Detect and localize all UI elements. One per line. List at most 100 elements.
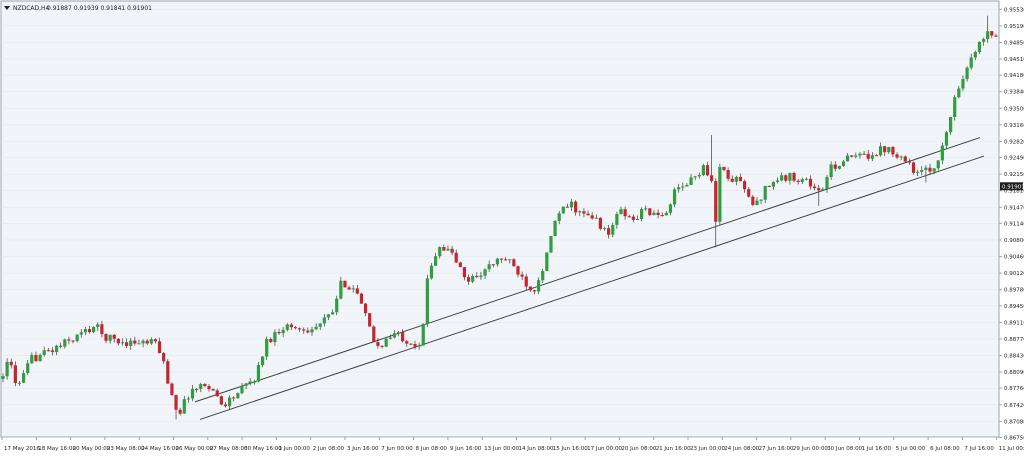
chart[interactable]: 0.958600.955300.951900.948500.945100.941… — [0, 0, 1024, 457]
x-tick-label: 20 Jun 08:00 — [621, 446, 656, 452]
candle-body — [314, 326, 318, 330]
candle-body — [512, 259, 516, 267]
candle-body — [5, 361, 9, 377]
candle-body — [602, 228, 607, 230]
candle-body — [598, 217, 602, 229]
x-tick-label: 18 May 16:00 — [38, 446, 76, 452]
candle-body — [384, 338, 388, 347]
candle-body — [524, 276, 528, 287]
candle-body — [557, 213, 561, 221]
candle-body — [730, 178, 734, 182]
candle-body — [491, 264, 495, 266]
candle — [545, 252, 549, 272]
x-tick-label: 17 May 2016 — [4, 446, 40, 452]
candle-body — [714, 181, 718, 222]
candle-body — [462, 267, 467, 278]
candle-body — [817, 188, 821, 191]
candle-body — [232, 397, 236, 399]
x-tick-label: 7 Jul 16:00 — [964, 446, 994, 452]
candle-body — [644, 208, 648, 210]
candle-body — [516, 266, 520, 275]
candle-body — [738, 176, 743, 182]
candle-body — [195, 388, 199, 390]
candle-body — [623, 209, 627, 217]
y-tick-label: 0.89450 — [1004, 304, 1024, 310]
candle-body — [973, 52, 977, 58]
candle-body — [306, 330, 310, 333]
candle-body — [969, 57, 973, 68]
candle-body — [899, 156, 903, 158]
candle-body — [578, 211, 582, 213]
plot-area[interactable] — [0, 0, 1000, 438]
candle-body — [331, 312, 335, 315]
y-tick-label: 0.87080 — [1004, 419, 1024, 425]
candle-body — [413, 343, 417, 347]
y-tick-label: 0.91470 — [1004, 205, 1024, 211]
candle-body — [767, 185, 771, 187]
candle-body — [223, 404, 228, 407]
candle-body — [50, 350, 55, 353]
candle-body — [392, 333, 396, 338]
candle-body — [252, 381, 256, 383]
candle-body — [96, 324, 100, 327]
y-tick-label: 0.87420 — [1004, 403, 1024, 409]
candle-body — [454, 252, 458, 263]
candle-body — [421, 323, 425, 346]
candle-body — [335, 298, 339, 313]
candle-body — [656, 212, 660, 216]
candle-body — [495, 258, 499, 265]
candle-body — [825, 177, 829, 189]
candle-body — [396, 332, 401, 334]
price-chart-svg[interactable]: 0.958600.955300.951900.948500.945100.941… — [0, 0, 1024, 457]
candle-body — [417, 345, 421, 347]
candle-body — [125, 342, 129, 346]
candle-body — [537, 280, 541, 292]
candle-body — [228, 397, 232, 407]
x-tick-label: 27 Jun 16:00 — [759, 446, 794, 452]
candle-body — [916, 171, 920, 173]
candle-body — [112, 334, 116, 339]
candle-body — [574, 201, 578, 213]
candle — [598, 217, 602, 231]
y-tick-label: 0.94510 — [1004, 57, 1024, 63]
candle-body — [808, 178, 813, 187]
candle-body — [928, 167, 932, 172]
candle-body — [269, 339, 273, 343]
candle-body — [318, 323, 322, 327]
x-tick-label: 23 Jun 00:00 — [690, 446, 725, 452]
y-tick-label: 0.90460 — [1004, 255, 1024, 261]
candle-body — [846, 155, 850, 162]
candle-body — [850, 155, 854, 157]
candle — [219, 395, 223, 406]
y-tick-label: 0.89110 — [1004, 320, 1024, 326]
candle — [949, 116, 953, 135]
candle-body — [965, 67, 969, 80]
candle-body — [343, 280, 347, 288]
x-tick-label: 14 Jun 08:00 — [519, 446, 554, 452]
candle-body — [920, 169, 924, 172]
candle — [425, 274, 429, 328]
x-tick-label: 24 May 16:00 — [141, 446, 179, 452]
candle-body — [903, 156, 907, 162]
candle-body — [813, 186, 817, 189]
candle-body — [215, 390, 219, 397]
candle-body — [800, 179, 804, 183]
candle — [512, 258, 516, 267]
candle-body — [351, 288, 355, 290]
candle-body — [936, 160, 940, 169]
candle-body — [244, 383, 248, 386]
candle-body — [71, 340, 75, 342]
candle-body — [87, 329, 92, 333]
candle-body — [170, 383, 174, 396]
candle — [236, 392, 240, 399]
candle-body — [854, 155, 858, 157]
candle — [792, 171, 796, 183]
candle-body — [438, 247, 442, 257]
candle-body — [619, 209, 623, 215]
candle-body — [701, 165, 705, 175]
x-tick-label: 11 Jul 00:00 — [999, 446, 1024, 452]
candle — [553, 220, 557, 236]
candle-body — [30, 354, 34, 364]
candle-body — [186, 398, 190, 400]
candle-body — [207, 386, 211, 390]
